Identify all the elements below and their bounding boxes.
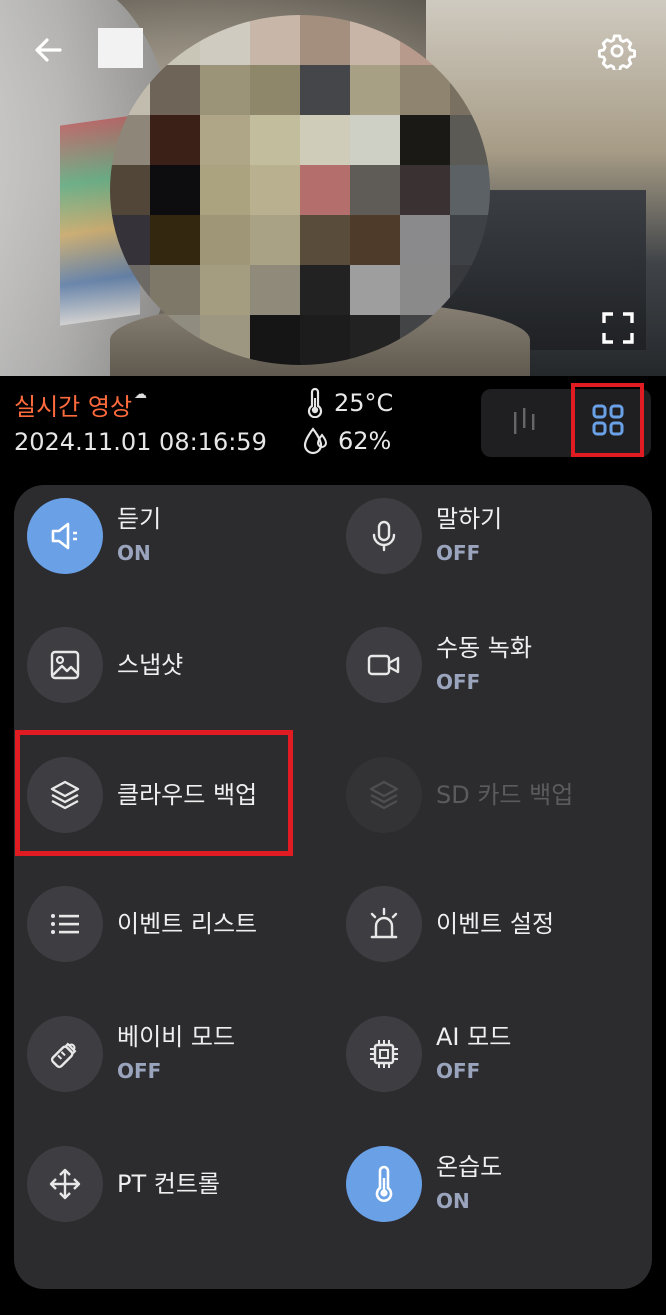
cloud-backup-button[interactable] [27, 757, 103, 833]
talk-state: OFF [436, 541, 481, 565]
temp-humidity-control[interactable]: 온습도 ON [346, 1146, 502, 1222]
speaker-icon [51, 522, 77, 550]
baby-mode-state: OFF [117, 1059, 162, 1083]
sd-backup-control: SD 카드 백업 [346, 757, 573, 833]
ai-mode-state: OFF [436, 1059, 481, 1083]
listen-label: 듣기 [117, 505, 162, 533]
manual-record-control[interactable]: 수동 녹화 OFF [346, 627, 532, 703]
ai-mode-control[interactable]: AI 모드 OFF [346, 1016, 511, 1092]
back-button[interactable] [26, 28, 70, 72]
event-list-control[interactable]: 이벤트 리스트 [27, 886, 257, 962]
talk-control[interactable]: 말하기 OFF [346, 498, 502, 574]
thermometer-icon [307, 388, 323, 418]
talk-label: 말하기 [436, 505, 503, 533]
arrow-left-icon [35, 38, 62, 62]
event-list-button[interactable] [27, 886, 103, 962]
fullscreen-button[interactable] [596, 306, 640, 350]
layers-icon [369, 780, 399, 810]
live-video-text: 실시간 영상 [14, 393, 133, 421]
event-settings-label: 이벤트 설정 [436, 910, 555, 938]
snapshot-button[interactable] [27, 627, 103, 703]
listen-control[interactable]: 듣기 ON [27, 498, 161, 574]
ai-mode-button[interactable] [346, 1016, 422, 1092]
microphone-icon [372, 520, 396, 552]
manual-record-button[interactable] [346, 627, 422, 703]
listen-button[interactable] [27, 498, 103, 574]
timestamp: 2024.11.01 08:16:59 [14, 428, 267, 456]
baby-mode-label: 베이비 모드 [117, 1023, 236, 1051]
snapshot-control[interactable]: 스냅샷 [27, 627, 183, 703]
humidity-value: 62% [338, 427, 392, 455]
grid-view-button[interactable] [571, 383, 644, 457]
list-icon [51, 914, 79, 934]
temp-humidity-label: 온습도 [436, 1153, 503, 1181]
alarm-light-icon [370, 907, 398, 939]
listen-state: ON [117, 541, 151, 565]
manual-record-label: 수동 녹화 [436, 634, 532, 662]
baby-mode-button[interactable] [27, 1016, 103, 1092]
grid-view-icon [592, 404, 623, 436]
event-list-label: 이벤트 리스트 [117, 910, 258, 938]
bars-view-button[interactable] [504, 400, 544, 444]
humidity-icon [303, 427, 328, 455]
temperature-value: 25°C [334, 389, 394, 417]
snapshot-label: 스냅샷 [117, 651, 184, 679]
cloud-backup-label: 클라우드 백업 [117, 781, 258, 809]
pt-control-label: PT 컨트롤 [117, 1170, 221, 1198]
baby-bottle-icon [50, 1042, 77, 1069]
pt-control[interactable]: PT 컨트롤 [27, 1146, 220, 1222]
temperature-readout: 25°C [304, 388, 393, 418]
live-video-label: 실시간 영상 ☁ [14, 387, 147, 422]
talk-button[interactable] [346, 498, 422, 574]
humidity-readout: 62% [302, 426, 391, 456]
settings-button[interactable] [594, 28, 640, 74]
fullscreen-icon [602, 312, 634, 344]
privacy-block [98, 28, 143, 68]
temp-humidity-state: ON [436, 1189, 470, 1213]
sd-backup-button [346, 757, 422, 833]
event-settings-button[interactable] [346, 886, 422, 962]
image-icon [50, 650, 80, 680]
camera-live-view[interactable] [0, 0, 666, 376]
event-settings-control[interactable]: 이벤트 설정 [346, 886, 554, 962]
cloud-backup-control[interactable]: 클라우드 백업 [27, 757, 257, 833]
baby-mode-control[interactable]: 베이비 모드 OFF [27, 1016, 235, 1092]
sd-backup-label: SD 카드 백업 [436, 781, 574, 809]
temp-humidity-button[interactable] [346, 1146, 422, 1222]
ai-mode-label: AI 모드 [436, 1023, 512, 1051]
chip-icon [370, 1040, 398, 1068]
manual-record-state: OFF [436, 670, 481, 694]
pt-control-button[interactable] [27, 1146, 103, 1222]
layers-icon [50, 780, 80, 810]
gear-icon [598, 34, 636, 70]
cloud-icon: ☁ [134, 387, 148, 402]
bars-view-icon [514, 408, 535, 434]
thermometer-icon [375, 1165, 393, 1202]
video-camera-icon [367, 654, 400, 676]
move-arrows-icon [49, 1168, 81, 1200]
